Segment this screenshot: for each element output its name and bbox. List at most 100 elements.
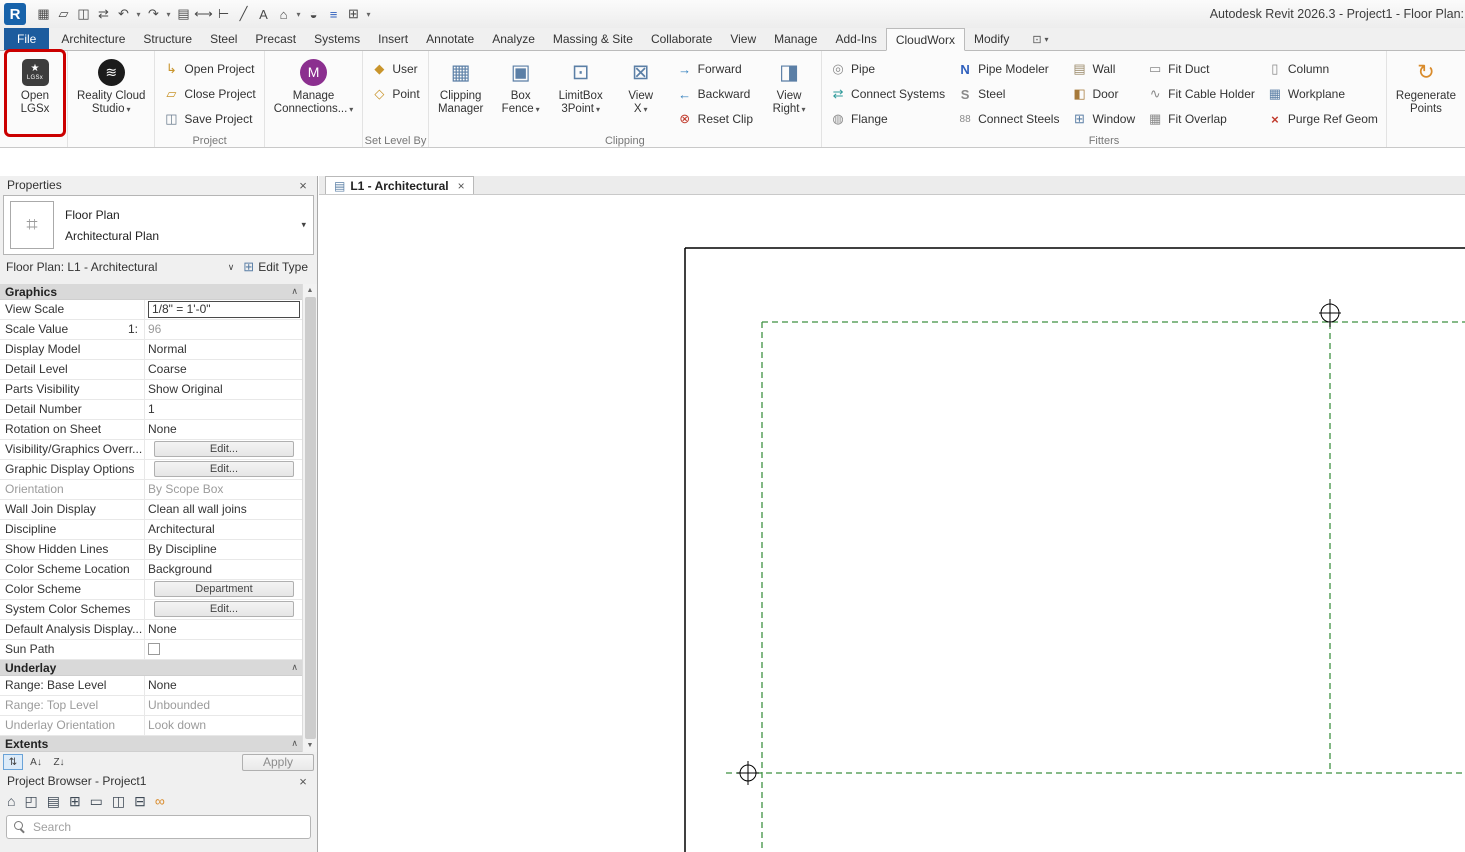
collapse-icon[interactable]: ∧ [291,662,298,673]
scope-box-reference-lines[interactable] [726,322,1465,852]
ribbon-tab-file[interactable]: File [4,28,49,50]
sort-toggle-icon[interactable]: ⇅ [3,754,23,770]
wall-button[interactable]: ▤Wall [1068,58,1138,80]
close-project-button[interactable]: ▱Close Project [160,83,258,105]
column-button[interactable]: ▯Column [1264,58,1381,80]
property-value[interactable]: Look down [145,716,303,735]
property-value[interactable]: Edit... [145,440,303,459]
property-value[interactable]: By Discipline [145,540,303,559]
thin-lines-icon[interactable]: ≡ [324,4,343,24]
aligned-dimension-icon[interactable]: ⊢ [214,4,233,24]
properties-close-icon[interactable]: × [296,178,310,193]
properties-scrollbar[interactable]: ▲ ▼ [302,284,317,752]
view-x-button[interactable]: ⊠ViewX▾ [614,53,668,133]
collapse-icon[interactable]: ∧ [291,286,298,297]
sync-icon[interactable]: ⇄ [94,4,113,24]
property-value[interactable]: None [145,620,303,639]
interface-views-icon[interactable]: ▦ [34,4,53,24]
ribbon-display-options[interactable]: ⊡ ▾ [1032,28,1048,50]
ribbon-tab-annotate[interactable]: Annotate [417,28,483,50]
ribbon-tab-modify[interactable]: Modify [965,28,1018,50]
switch-windows-icon[interactable]: ⊞ [344,4,363,24]
redo-icon[interactable]: ↷ [144,4,163,24]
open-project-button[interactable]: ↳Open Project [160,58,258,80]
project-browser-close-icon[interactable]: × [296,774,310,789]
graphic-display-options-button[interactable]: Edit... [154,461,294,477]
view-right-button[interactable]: ◨ViewRight▾ [762,53,816,133]
scroll-down-icon[interactable]: ▼ [307,742,314,749]
selection-icon[interactable]: ◰ [24,793,37,810]
section-header-extents[interactable]: Extents∧ [0,736,303,752]
property-value[interactable]: Edit... [145,600,303,619]
property-value[interactable]: Show Original [145,380,303,399]
ribbon-tab-insert[interactable]: Insert [369,28,417,50]
ribbon-tab-massing-site[interactable]: Massing & Site [544,28,642,50]
user-button[interactable]: ◆User [368,58,422,80]
property-value[interactable]: 1 [145,400,303,419]
property-value[interactable] [145,640,303,659]
model-line-icon[interactable]: ╱ [234,4,253,24]
flange-button[interactable]: ◍Flange [827,108,948,130]
ribbon-tab-collaborate[interactable]: Collaborate [642,28,721,50]
point-button[interactable]: ◇Point [368,83,422,105]
section-icon[interactable]: ◒ [304,4,323,24]
ribbon-tab-analyze[interactable]: Analyze [483,28,544,50]
purge-ref-geom-button[interactable]: ×Purge Ref Geom [1264,108,1381,130]
limitbox-3point-button[interactable]: ⊡LimitBox3Point▾ [554,53,608,133]
pipe-modeler-button[interactable]: NPipe Modeler [954,58,1062,80]
properties-filter-label[interactable]: Floor Plan: L1 - Architectural [6,260,157,274]
fit-cable-holder-button[interactable]: ∿Fit Cable Holder [1144,83,1258,105]
undo-caret-icon[interactable]: ▾ [134,4,143,24]
open-document-icon[interactable]: ▱ [54,4,73,24]
save-project-button[interactable]: ◫Save Project [160,108,258,130]
connect-steels-button[interactable]: 88Connect Steels [954,108,1062,130]
ribbon-tab-manage[interactable]: Manage [765,28,826,50]
default-3d-view-icon[interactable]: ⌂ [274,4,293,24]
fit-overlap-button[interactable]: ▦Fit Overlap [1144,108,1258,130]
ribbon-tab-add-ins[interactable]: Add-Ins [826,28,885,50]
apply-button[interactable]: Apply [242,754,314,771]
window-button[interactable]: ⊞Window [1068,108,1138,130]
door-button[interactable]: ◧Door [1068,83,1138,105]
sort-ascending-icon[interactable]: A↓ [26,754,46,770]
color-scheme-button[interactable]: Department [154,581,294,597]
ribbon-tab-steel[interactable]: Steel [201,28,246,50]
reset-clip-button[interactable]: ⊗Reset Clip [674,108,756,130]
regenerate-points-button[interactable]: ↻RegeneratePoints [1392,53,1460,133]
connect-systems-button[interactable]: ⇄Connect Systems [827,83,948,105]
dock-icon[interactable]: ◫ [112,793,125,810]
collapse-icon[interactable]: ∧ [291,738,298,749]
print-icon[interactable]: ▤ [174,4,193,24]
home-icon[interactable]: ⌂ [7,793,15,809]
forward-button[interactable]: →Forward [674,58,756,80]
ribbon-tab-structure[interactable]: Structure [134,28,201,50]
scroll-up-icon[interactable]: ▲ [307,287,314,294]
visibility-graphics-overr-button[interactable]: Edit... [154,441,294,457]
drawing-canvas[interactable] [319,195,1465,852]
property-value[interactable]: Background [145,560,303,579]
undo-icon[interactable]: ↶ [114,4,133,24]
backward-button[interactable]: ←Backward [674,83,756,105]
reference-point-top-marker[interactable] [1319,299,1341,327]
sheet-icon[interactable]: ▭ [90,793,103,810]
reality-cloud-studio-button[interactable]: ≋Reality CloudStudio▾ [73,53,149,133]
table-view-icon[interactable]: ⊞ [69,793,81,810]
fit-duct-button[interactable]: ▭Fit Duct [1144,58,1258,80]
filter-caret-icon[interactable]: ∨ [228,262,235,273]
ribbon-tab-view[interactable]: View [721,28,765,50]
collapse-all-icon[interactable]: ⊟ [134,793,146,810]
clipping-manager-button[interactable]: ▦ClippingManager [434,53,488,133]
reference-point-left-marker[interactable] [737,761,759,785]
view-scale-input[interactable]: 1/8" = 1'-0" [148,301,300,318]
box-fence-button[interactable]: ▣BoxFence▾ [494,53,548,133]
qat-customize-caret-icon[interactable]: ▾ [364,4,373,24]
redo-caret-icon[interactable]: ▾ [164,4,173,24]
property-value[interactable]: Normal [145,340,303,359]
system-color-schemes-button[interactable]: Edit... [154,601,294,617]
steel-button[interactable]: SSteel [954,83,1062,105]
manage-connections-button[interactable]: MManageConnections...▾ [270,53,358,133]
open-lgsx-button[interactable]: ★LGSxOpenLGSx [8,53,62,133]
link-icon[interactable]: ∞ [155,793,165,809]
property-value[interactable]: 1/8" = 1'-0" [145,300,303,319]
section-header-underlay[interactable]: Underlay∧ [0,660,303,676]
